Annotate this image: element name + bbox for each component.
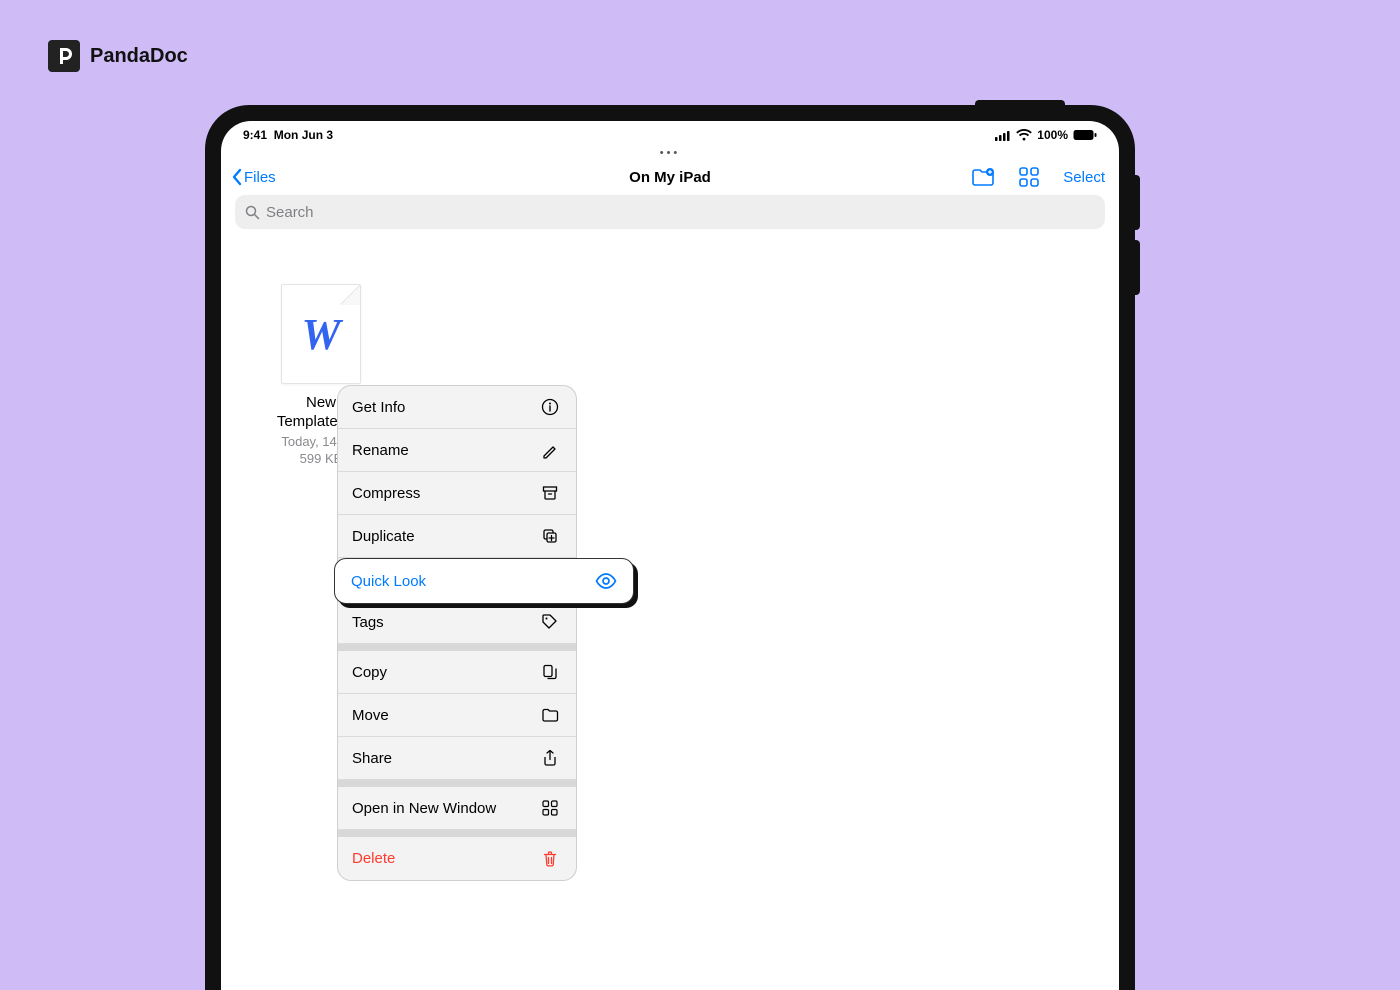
menu-item-open-in-new-window[interactable]: Open in New Window — [338, 787, 576, 830]
menu-item-rename[interactable]: Rename — [338, 429, 576, 472]
device-volume-down-button — [1133, 240, 1140, 295]
menu-item-label: Move — [352, 707, 389, 724]
nav-bar: Files On My iPad Select — [221, 161, 1119, 195]
pencil-icon — [541, 441, 559, 459]
menu-item-move[interactable]: Move — [338, 694, 576, 737]
menu-item-label: Compress — [352, 485, 420, 502]
tag-icon — [541, 613, 559, 631]
menu-separator — [338, 830, 576, 837]
eye-icon — [595, 573, 617, 589]
menu-item-label: Get Info — [352, 399, 405, 416]
quick-look-label: Quick Look — [351, 573, 426, 590]
menu-item-label: Share — [352, 750, 392, 767]
magnifier-icon — [245, 205, 260, 220]
back-label: Files — [244, 169, 276, 186]
file-type-letter: W — [301, 309, 340, 360]
view-mode-button[interactable] — [1019, 167, 1039, 187]
copy-icon — [541, 663, 559, 681]
pandadoc-brand: PandaDoc — [48, 40, 188, 72]
page-title: On My iPad — [629, 169, 711, 186]
menu-separator — [338, 644, 576, 651]
brand-name: PandaDoc — [90, 45, 188, 68]
info-icon — [541, 398, 559, 416]
context-menu: Get Info Rename Compress Duplicate Quick Loo… — [337, 385, 577, 881]
trash-icon — [541, 850, 559, 868]
menu-item-label: Delete — [352, 850, 395, 867]
status-time-date: 9:41 Mon Jun 3 — [243, 128, 333, 142]
menu-item-compress[interactable]: Compress — [338, 472, 576, 515]
menu-item-label: Tags — [352, 614, 384, 631]
chevron-left-icon — [231, 168, 243, 186]
menu-item-label: Duplicate — [352, 528, 415, 545]
menu-item-copy[interactable]: Copy — [338, 651, 576, 694]
back-button[interactable]: Files — [231, 168, 276, 186]
grid-icon — [541, 799, 559, 817]
menu-item-get-info[interactable]: Get Info — [338, 386, 576, 429]
menu-item-share[interactable]: Share — [338, 737, 576, 780]
quick-look-highlight[interactable]: Quick Look — [334, 558, 634, 604]
device-volume-up-button — [1133, 175, 1140, 230]
device-power-button — [975, 100, 1065, 107]
menu-item-label: Rename — [352, 442, 409, 459]
duplicate-icon — [541, 527, 559, 545]
select-button[interactable]: Select — [1063, 169, 1105, 186]
menu-item-label: Copy — [352, 664, 387, 681]
menu-item-duplicate[interactable]: Duplicate — [338, 515, 576, 558]
menu-item-label: Open in New Window — [352, 800, 496, 817]
new-folder-button[interactable] — [971, 167, 995, 187]
share-icon — [541, 749, 559, 767]
file-thumbnail: W — [281, 284, 361, 384]
folder-icon — [541, 706, 559, 724]
menu-separator — [338, 780, 576, 787]
menu-item-tags[interactable]: Tags — [338, 601, 576, 644]
battery-percent: 100% — [1037, 128, 1068, 142]
menu-item-delete[interactable]: Delete — [338, 837, 576, 880]
cellular-icon — [995, 130, 1011, 141]
archive-icon — [541, 484, 559, 502]
status-bar: 9:41 Mon Jun 3 100% — [221, 121, 1119, 145]
window-grabber[interactable]: ••• — [221, 145, 1119, 161]
search-input[interactable]: Search — [235, 195, 1105, 229]
wifi-icon — [1016, 129, 1032, 141]
pandadoc-icon — [48, 40, 80, 72]
battery-icon — [1073, 129, 1097, 141]
search-placeholder: Search — [266, 204, 314, 221]
